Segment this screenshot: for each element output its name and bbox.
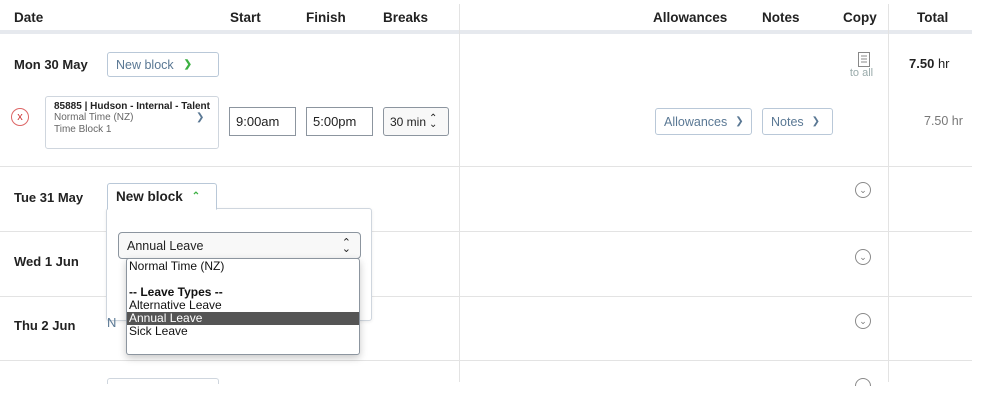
notes-button[interactable]: Notes ❯ bbox=[762, 108, 833, 135]
column-divider bbox=[888, 4, 889, 382]
column-divider bbox=[459, 4, 460, 382]
copy-expand-icon[interactable]: ⌄ bbox=[855, 182, 871, 198]
remove-x-icon[interactable]: x bbox=[11, 108, 29, 126]
new-block-label: New block bbox=[116, 189, 183, 204]
copy-to-all-button[interactable]: to all bbox=[850, 52, 874, 82]
notes-label: Notes bbox=[771, 114, 804, 129]
day-total: 7.50 hr bbox=[909, 56, 950, 71]
leave-type-value: Annual Leave bbox=[127, 238, 204, 253]
leave-type-dropdown[interactable]: Normal Time (NZ) -- Leave Types -- Alter… bbox=[126, 258, 360, 355]
header-underline bbox=[0, 30, 972, 34]
header-breaks: Breaks bbox=[383, 10, 429, 25]
dropdown-option[interactable]: Sick Leave bbox=[127, 325, 359, 338]
row-divider bbox=[0, 360, 972, 361]
day-total-value: 7.50 bbox=[909, 56, 935, 71]
day-total-unit: hr bbox=[937, 56, 950, 71]
start-time-input[interactable]: 9:00am bbox=[229, 107, 296, 136]
header-date: Date bbox=[14, 10, 44, 25]
header-notes: Notes bbox=[762, 10, 800, 25]
allowances-button[interactable]: Allowances ❯ bbox=[655, 108, 752, 135]
breaks-value: 30 min bbox=[390, 114, 427, 129]
day-label: Thu 2 Jun bbox=[14, 318, 76, 333]
new-block-button-partial[interactable] bbox=[107, 378, 219, 384]
day-label: Tue 31 May bbox=[14, 190, 84, 205]
block-project-title: 85885 | Hudson - Internal - Talent bbox=[54, 101, 210, 112]
copy-document-icon bbox=[858, 52, 870, 67]
day-label: Mon 30 May bbox=[14, 57, 88, 72]
finish-time-input[interactable]: 5:00pm bbox=[306, 107, 373, 136]
header-finish: Finish bbox=[306, 10, 346, 25]
allowances-label: Allowances bbox=[664, 114, 728, 129]
new-block-button-partial[interactable]: N bbox=[107, 315, 116, 330]
copy-expand-icon[interactable]: ⌄ bbox=[855, 249, 871, 265]
copy-to-all-label: to all bbox=[849, 67, 874, 79]
chevron-down-icon: ❯ bbox=[183, 59, 193, 70]
block-total: 7.50 hr bbox=[924, 114, 963, 128]
new-block-button-open[interactable]: New block ⌃ bbox=[107, 183, 217, 210]
leave-type-select[interactable]: Annual Leave ⌃ ⌄ bbox=[118, 232, 361, 259]
chevron-up-icon: ⌃ bbox=[191, 191, 201, 202]
time-block-select[interactable]: 85885 | Hudson - Internal - Talent Norma… bbox=[45, 96, 219, 149]
breaks-select[interactable]: 30 min ⌃ ⌄ bbox=[383, 107, 449, 136]
updown-arrows-icon: ⌃ ⌄ bbox=[429, 112, 438, 130]
header-copy: Copy bbox=[843, 10, 877, 25]
header-start: Start bbox=[230, 10, 261, 25]
chevron-down-icon: ❯ bbox=[811, 116, 821, 127]
new-block-label: New block bbox=[116, 57, 174, 72]
block-name: Time Block 1 bbox=[54, 124, 112, 135]
header-total: Total bbox=[917, 10, 949, 25]
chevron-down-icon: ❯ bbox=[735, 116, 744, 127]
copy-expand-icon[interactable]: ⌄ bbox=[855, 313, 871, 329]
day-label: Wed 1 Jun bbox=[14, 254, 79, 269]
header-allowances: Allowances bbox=[653, 10, 728, 25]
dropdown-option[interactable]: Normal Time (NZ) bbox=[127, 260, 359, 273]
chevron-down-icon: ❯ bbox=[196, 112, 205, 123]
new-block-button[interactable]: New block ❯ bbox=[107, 52, 219, 77]
row-divider bbox=[0, 166, 972, 167]
copy-expand-icon[interactable] bbox=[855, 378, 871, 386]
updown-arrows-icon: ⌃ ⌄ bbox=[341, 237, 351, 255]
block-pay-type: Normal Time (NZ) bbox=[54, 112, 134, 123]
